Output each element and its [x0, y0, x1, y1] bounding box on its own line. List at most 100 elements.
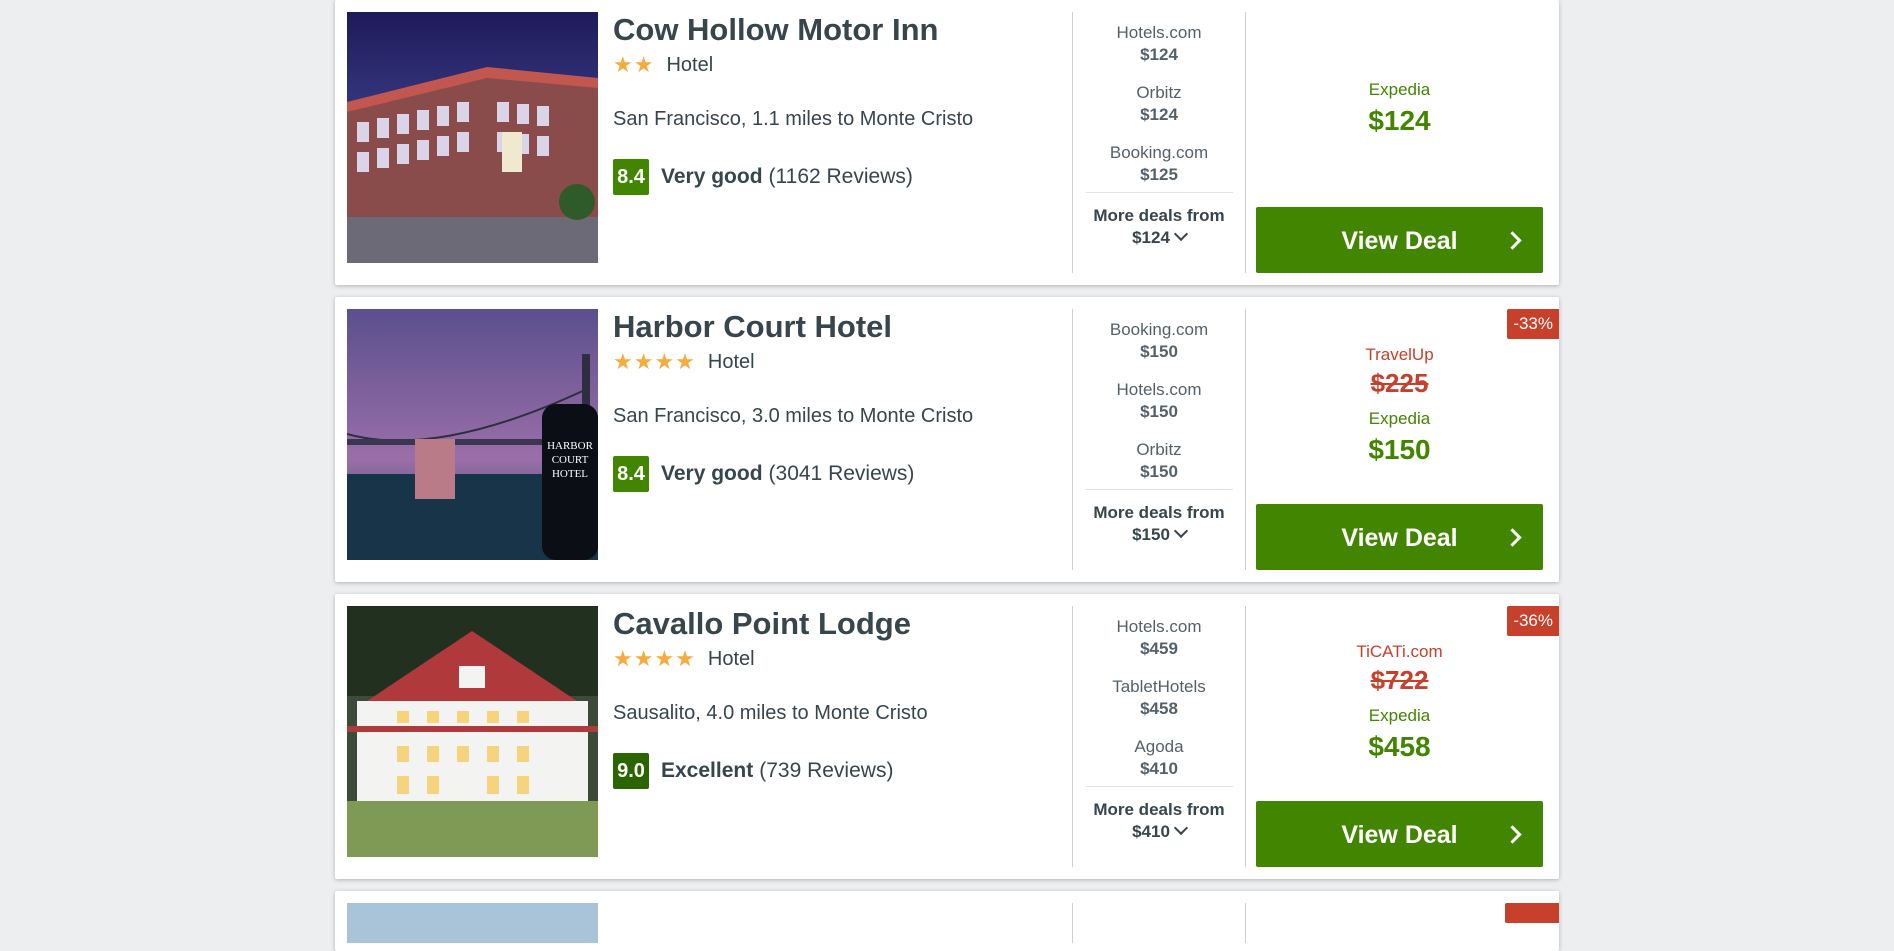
- alternative-deals: [1072, 903, 1246, 943]
- deal-item[interactable]: Hotels.com $459: [1073, 606, 1245, 666]
- alternative-deals: Booking.com $150 Hotels.com $150 Orbitz …: [1072, 309, 1246, 570]
- hotel-photo[interactable]: [347, 12, 598, 263]
- svg-text:HARBOR: HARBOR: [547, 440, 594, 452]
- chevron-down-icon: [1173, 226, 1188, 242]
- original-deal-provider: TravelUp: [1365, 344, 1434, 364]
- deal-provider: TabletHotels: [1112, 677, 1206, 696]
- hotel-location: San Francisco, 1.1 miles to Monte Cristo: [613, 108, 974, 130]
- best-deal-price: $458: [1368, 730, 1431, 762]
- deal-provider: Agoda: [1134, 737, 1184, 756]
- review-count: (3041 Reviews): [768, 462, 915, 485]
- review-count: (739 Reviews): [759, 759, 894, 782]
- hotel-info: Cavallo Point Lodge ★★★★ Hotel Sausalito…: [613, 606, 1063, 789]
- deal-price: $150: [1140, 402, 1178, 421]
- hotel-photo[interactable]: [347, 903, 598, 943]
- rating-text: Excellent: [661, 759, 754, 782]
- review-summary[interactable]: 8.4 Very good (1162 Reviews): [613, 159, 1063, 195]
- hotel-card[interactable]: [335, 891, 1559, 951]
- chevron-right-icon: [1503, 528, 1522, 547]
- chevron-down-icon: [1173, 820, 1188, 836]
- deal-provider: Booking.com: [1109, 143, 1209, 162]
- more-deals-button[interactable]: More deals from $410: [1085, 786, 1233, 843]
- rating-badge: 8.4: [613, 456, 649, 492]
- rating-badge: 9.0: [613, 753, 649, 789]
- hotel-info: Harbor Court Hotel ★★★★ Hotel San Franci…: [613, 309, 1063, 492]
- best-deal-price: $124: [1368, 104, 1431, 136]
- deal-provider: Orbitz: [1136, 440, 1182, 459]
- best-deal-provider: Expedia: [1368, 408, 1431, 428]
- review-summary[interactable]: 9.0 Excellent (739 Reviews): [613, 753, 1063, 789]
- chevron-down-icon: [1173, 523, 1188, 539]
- deal-price: $150: [1140, 342, 1178, 361]
- deal-price: $150: [1140, 462, 1178, 481]
- deal-item[interactable]: Booking.com $150: [1073, 309, 1245, 369]
- hotel-photo[interactable]: HARBOR COURT HOTEL: [347, 309, 598, 560]
- view-deal-button[interactable]: View Deal: [1256, 801, 1543, 867]
- deal-provider: Booking.com: [1109, 320, 1209, 339]
- view-deal-label: View Deal: [1341, 821, 1458, 849]
- hotel-location: San Francisco, 3.0 miles to Monte Cristo: [613, 405, 974, 427]
- view-deal-label: View Deal: [1341, 524, 1458, 552]
- deal-price: $458: [1140, 699, 1178, 718]
- best-deal-price: $150: [1368, 433, 1431, 465]
- accommodation-type: Hotel: [707, 647, 755, 670]
- rating-text: Very good: [661, 165, 763, 188]
- deal-price: $125: [1140, 165, 1178, 184]
- deal-item[interactable]: Orbitz $124: [1073, 72, 1245, 132]
- discount-badge: [1505, 903, 1559, 923]
- star-rating-icon: ★★★★: [613, 349, 696, 374]
- deal-item[interactable]: Agoda $410: [1073, 726, 1245, 786]
- more-deals-label: More deals from: [1093, 206, 1225, 225]
- deal-item[interactable]: Booking.com $125: [1073, 132, 1245, 192]
- hotel-name[interactable]: Harbor Court Hotel: [613, 309, 1063, 345]
- view-deal-button[interactable]: View Deal: [1256, 504, 1543, 570]
- best-offer: TiCATi.com $722 Expedia $458 View Deal: [1256, 606, 1543, 867]
- deal-provider: Hotels.com: [1116, 23, 1202, 42]
- deal-item[interactable]: Orbitz $150: [1073, 429, 1245, 489]
- review-summary[interactable]: 8.4 Very good (3041 Reviews): [613, 456, 1063, 492]
- hotel-name[interactable]: Cow Hollow Motor Inn: [613, 12, 1063, 48]
- deal-provider: Hotels.com: [1116, 617, 1202, 636]
- more-deals-price: $410: [1132, 822, 1170, 841]
- star-rating-icon: ★★: [613, 52, 655, 77]
- alternative-deals: Hotels.com $124 Orbitz $124 Booking.com …: [1072, 12, 1246, 273]
- alternative-deals: Hotels.com $459 TabletHotels $458 Agoda …: [1072, 606, 1246, 867]
- view-deal-label: View Deal: [1341, 227, 1458, 255]
- deal-item[interactable]: TabletHotels $458: [1073, 666, 1245, 726]
- hotel-location: Sausalito, 4.0 miles to Monte Cristo: [613, 702, 928, 724]
- accommodation-type: Hotel: [707, 350, 755, 373]
- view-deal-button[interactable]: View Deal: [1256, 207, 1543, 273]
- best-deal-provider: Expedia: [1368, 705, 1431, 725]
- hotel-card[interactable]: -33% HARBOR COURT HOTEL Harbor Court Hot…: [335, 297, 1559, 582]
- hotel-card[interactable]: -36% Cavallo Point Lodge ★★★★ Hotel Saus…: [335, 594, 1559, 879]
- svg-text:HOTEL: HOTEL: [552, 468, 588, 480]
- hotel-name[interactable]: Cavallo Point Lodge: [613, 606, 1063, 642]
- deal-item[interactable]: Hotels.com $150: [1073, 369, 1245, 429]
- deal-provider: Orbitz: [1136, 83, 1182, 102]
- deal-price: $459: [1140, 639, 1178, 658]
- best-deal-provider: Expedia: [1368, 79, 1431, 99]
- deal-price: $410: [1140, 759, 1178, 778]
- more-deals-button[interactable]: More deals from $150: [1085, 489, 1233, 546]
- rating-badge: 8.4: [613, 159, 649, 195]
- deal-provider: Hotels.com: [1116, 380, 1202, 399]
- more-deals-button[interactable]: More deals from $124: [1085, 192, 1233, 249]
- original-price: $722: [1370, 664, 1429, 695]
- deal-item[interactable]: Hotels.com $124: [1073, 12, 1245, 72]
- original-price: $225: [1370, 367, 1429, 398]
- deal-price: $124: [1140, 45, 1178, 64]
- more-deals-price: $150: [1132, 525, 1170, 544]
- deal-price: $124: [1140, 105, 1178, 124]
- svg-text:COURT: COURT: [552, 454, 589, 466]
- more-deals-label: More deals from: [1093, 503, 1225, 522]
- review-count: (1162 Reviews): [768, 165, 913, 188]
- rating-text: Very good: [661, 462, 763, 485]
- chevron-right-icon: [1503, 231, 1522, 250]
- hotel-photo[interactable]: [347, 606, 598, 857]
- chevron-right-icon: [1503, 825, 1522, 844]
- more-deals-price: $124: [1132, 228, 1170, 247]
- best-offer: TravelUp $225 Expedia $150 View Deal: [1256, 309, 1543, 570]
- original-deal-provider: TiCATi.com: [1356, 641, 1443, 661]
- more-deals-label: More deals from: [1093, 800, 1225, 819]
- hotel-card[interactable]: Cow Hollow Motor Inn ★★ Hotel San Franci…: [335, 0, 1559, 285]
